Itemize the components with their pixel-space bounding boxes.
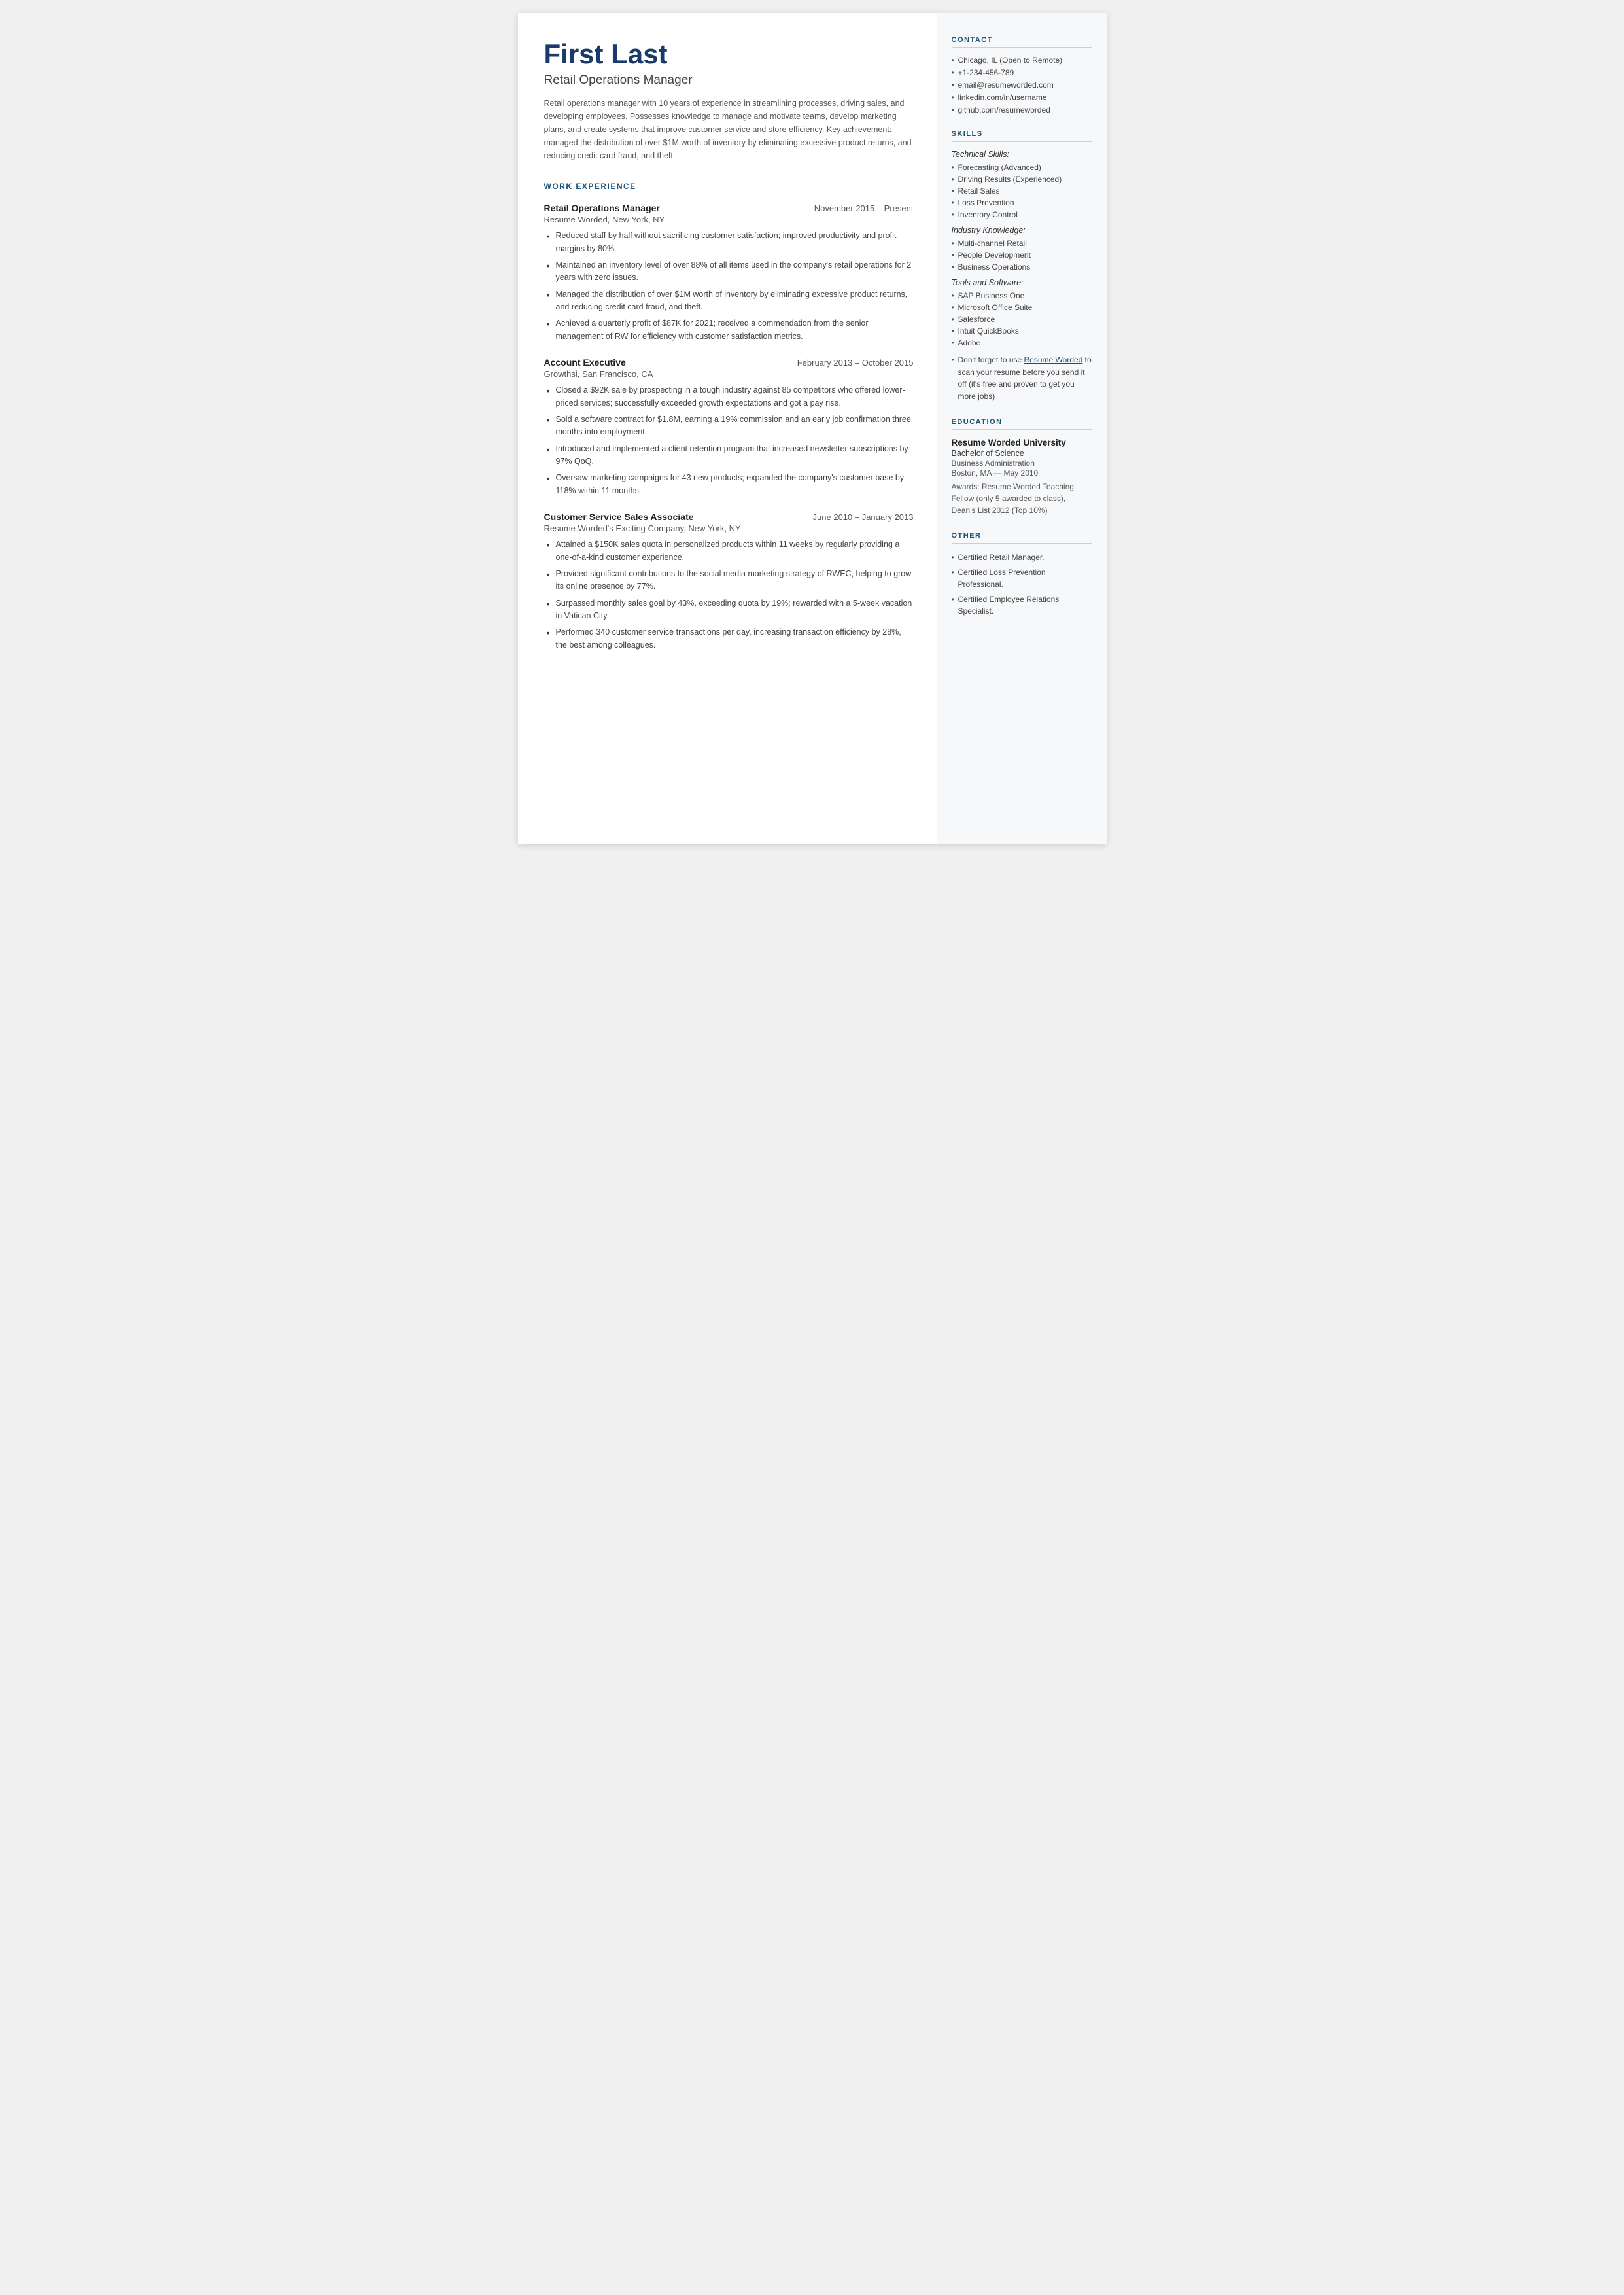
edu-school: Resume Worded University (952, 438, 1092, 447)
other-list: Certified Retail Manager. Certified Loss… (952, 552, 1092, 617)
bullet-2-1: Closed a $92K sale by prospecting in a t… (544, 384, 914, 410)
skill-retail-sales: Retail Sales (952, 186, 1092, 196)
edu-location: Boston, MA — May 2010 (952, 468, 1092, 478)
contact-item-email: email@resumeworded.com (952, 80, 1092, 90)
skill-multichannel: Multi-channel Retail (952, 239, 1092, 248)
contact-section: CONTACT Chicago, IL (Open to Remote) +1-… (952, 36, 1092, 114)
candidate-title: Retail Operations Manager (544, 73, 914, 88)
edu-awards: Awards: Resume Worded Teaching Fellow (o… (952, 481, 1092, 516)
job-bullets-1: Reduced staff by half without sacrificin… (544, 230, 914, 343)
contact-item-linkedin: linkedin.com/in/username (952, 93, 1092, 102)
skill-salesforce: Salesforce (952, 315, 1092, 324)
contact-item-phone: +1-234-456-789 (952, 68, 1092, 77)
job-bullets-3: Attained a $150K sales quota in personal… (544, 538, 914, 652)
job-title-3: Customer Service Sales Associate (544, 512, 694, 522)
other-item-3: Certified Employee Relations Specialist. (952, 593, 1092, 617)
bullet-2-3: Introduced and implemented a client rete… (544, 443, 914, 468)
resume-worded-link[interactable]: Resume Worded (1024, 355, 1083, 364)
bullet-1-1: Reduced staff by half without sacrificin… (544, 230, 914, 255)
bullet-3-1: Attained a $150K sales quota in personal… (544, 538, 914, 564)
skills-header: SKILLS (952, 130, 1092, 142)
job-dates-1: November 2015 – Present (814, 203, 914, 213)
education-section: EDUCATION Resume Worded University Bache… (952, 418, 1092, 516)
job-top-2: Account Executive February 2013 – Octobe… (544, 357, 914, 368)
contact-header: CONTACT (952, 36, 1092, 48)
left-column: First Last Retail Operations Manager Ret… (518, 13, 937, 844)
job-top-3: Customer Service Sales Associate June 20… (544, 512, 914, 522)
contact-list: Chicago, IL (Open to Remote) +1-234-456-… (952, 56, 1092, 114)
candidate-name: First Last (544, 39, 914, 69)
bullet-1-4: Achieved a quarterly profit of $87K for … (544, 317, 914, 343)
other-header: OTHER (952, 532, 1092, 544)
bullet-1-2: Maintained an inventory level of over 88… (544, 259, 914, 285)
skill-people-dev: People Development (952, 251, 1092, 260)
bullet-3-2: Provided significant contributions to th… (544, 568, 914, 593)
skill-adobe: Adobe (952, 338, 1092, 347)
education-header: EDUCATION (952, 418, 1092, 430)
skill-inventory-control: Inventory Control (952, 210, 1092, 219)
contact-item-location: Chicago, IL (Open to Remote) (952, 56, 1092, 65)
job-block-3: Customer Service Sales Associate June 20… (544, 512, 914, 652)
job-top-1: Retail Operations Manager November 2015 … (544, 203, 914, 213)
skill-quickbooks: Intuit QuickBooks (952, 326, 1092, 336)
skills-list-tools: SAP Business One Microsoft Office Suite … (952, 291, 1092, 347)
other-section: OTHER Certified Retail Manager. Certifie… (952, 532, 1092, 617)
resume-worded-note: Don't forget to use Resume Worded to sca… (952, 354, 1092, 402)
other-item-1: Certified Retail Manager. (952, 552, 1092, 563)
work-experience-section: WORK EXPERIENCE Retail Operations Manage… (544, 182, 914, 652)
job-title-1: Retail Operations Manager (544, 203, 660, 213)
job-dates-2: February 2013 – October 2015 (797, 358, 914, 368)
job-title-2: Account Executive (544, 357, 626, 368)
other-item-2: Certified Loss Prevention Professional. (952, 567, 1092, 590)
job-company-2: Growthsi, San Francisco, CA (544, 369, 914, 379)
edu-degree: Bachelor of Science (952, 449, 1092, 458)
skills-section: SKILLS Technical Skills: Forecasting (Ad… (952, 130, 1092, 402)
candidate-summary: Retail operations manager with 10 years … (544, 97, 914, 162)
skills-list-industry: Multi-channel Retail People Development … (952, 239, 1092, 272)
skills-cat-title-3: Tools and Software: (952, 278, 1092, 287)
bullet-2-2: Sold a software contract for $1.8M, earn… (544, 413, 914, 439)
skill-loss-prevention: Loss Prevention (952, 198, 1092, 207)
skill-driving: Driving Results (Experienced) (952, 175, 1092, 184)
bullet-2-4: Oversaw marketing campaigns for 43 new p… (544, 472, 914, 497)
bullet-3-3: Surpassed monthly sales goal by 43%, exc… (544, 597, 914, 623)
resume-page: First Last Retail Operations Manager Ret… (518, 13, 1107, 844)
job-block-1: Retail Operations Manager November 2015 … (544, 203, 914, 343)
skill-office: Microsoft Office Suite (952, 303, 1092, 312)
skills-cat-title-2: Industry Knowledge: (952, 226, 1092, 235)
job-bullets-2: Closed a $92K sale by prospecting in a t… (544, 384, 914, 497)
job-company-3: Resume Worded's Exciting Company, New Yo… (544, 523, 914, 533)
skill-business-ops: Business Operations (952, 262, 1092, 272)
job-dates-3: June 2010 – January 2013 (813, 512, 914, 522)
work-experience-header: WORK EXPERIENCE (544, 182, 914, 194)
skill-forecasting: Forecasting (Advanced) (952, 163, 1092, 172)
skills-list-technical: Forecasting (Advanced) Driving Results (… (952, 163, 1092, 219)
bullet-3-4: Performed 340 customer service transacti… (544, 626, 914, 652)
right-column: CONTACT Chicago, IL (Open to Remote) +1-… (937, 13, 1107, 844)
skills-cat-title-1: Technical Skills: (952, 150, 1092, 159)
edu-field: Business Administration (952, 459, 1092, 468)
job-company-1: Resume Worded, New York, NY (544, 215, 914, 224)
job-block-2: Account Executive February 2013 – Octobe… (544, 357, 914, 497)
skill-sap: SAP Business One (952, 291, 1092, 300)
contact-item-github: github.com/resumeworded (952, 105, 1092, 114)
bullet-1-3: Managed the distribution of over $1M wor… (544, 289, 914, 314)
